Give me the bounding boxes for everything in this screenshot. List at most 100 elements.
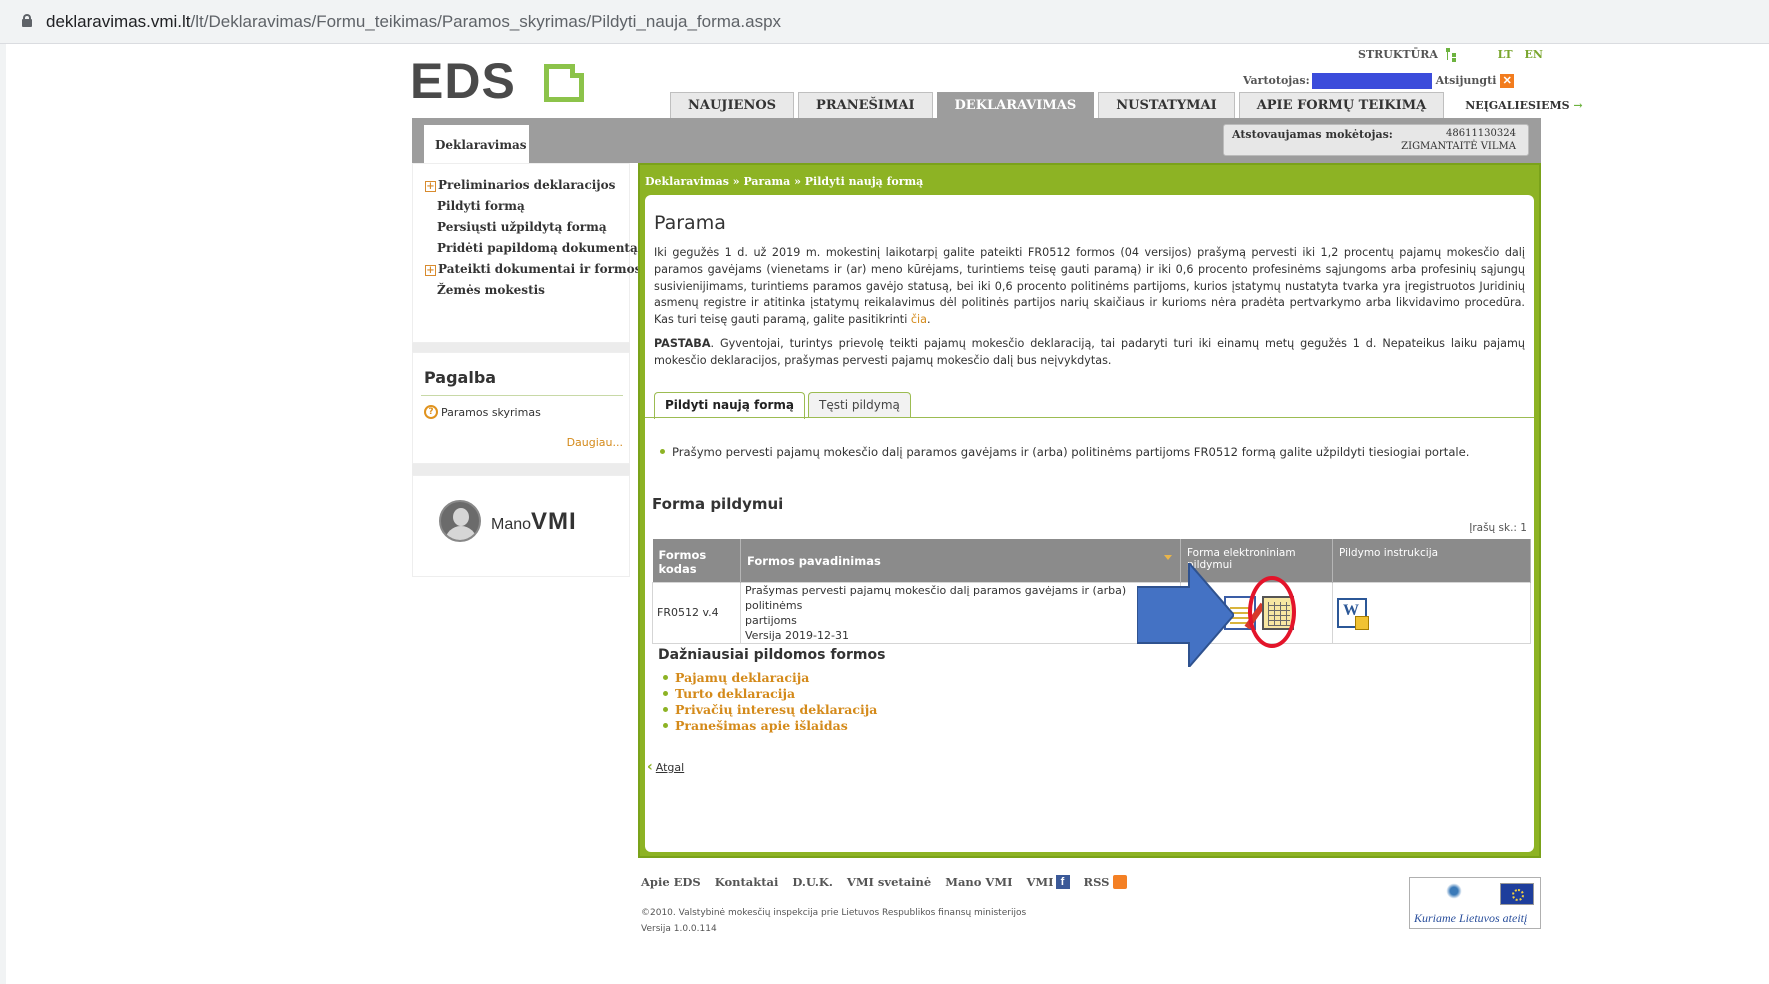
window-gutter — [0, 44, 6, 984]
rss-icon[interactable] — [1113, 875, 1128, 889]
represented-payer-box: Atstovaujamas mokėtojas: 48611130324 ZIG… — [1223, 124, 1529, 156]
mano-vmi-banner[interactable]: ManoVMI — [412, 475, 630, 577]
user-line: Vartotojas: Atsijungti ✕ — [1243, 73, 1515, 89]
form-name-line1: Prašymas pervesti pajamų mokesčio dalį p… — [745, 583, 1127, 612]
sidebar-item-prideti[interactable]: Pridėti papildomą dokumentą — [437, 241, 638, 255]
close-icon[interactable]: ✕ — [1500, 74, 1515, 88]
redacted-username — [1311, 73, 1432, 89]
freq-link-privaciu[interactable]: Privačių interesų deklaracija — [663, 702, 877, 718]
info-bullet: Prašymo pervesti pajamų mokesčio dalį pa… — [660, 445, 1469, 459]
intro-text: Iki gegužės 1 d. už 2019 m. mokestinį la… — [654, 246, 1525, 327]
question-icon: ? — [424, 405, 438, 419]
col-form-name-label: Formos pavadinimas — [747, 554, 881, 568]
browser-address-bar[interactable]: deklaravimas.vmi.lt/lt/Deklaravimas/Form… — [0, 0, 1769, 44]
freq-link-pranesimas[interactable]: Pranešimas apie išlaidas — [663, 718, 877, 734]
tab-deklaravimas[interactable]: DEKLARAVIMAS — [936, 92, 1095, 119]
breadcrumb: Deklaravimas » Parama » Pildyti naują fo… — [645, 175, 924, 188]
main-nav-tabs: NAUJIENOS PRANEŠIMAI DEKLARAVIMAS NUSTAT… — [670, 92, 1600, 119]
intro-paragraph: Iki gegužės 1 d. už 2019 m. mokestinį la… — [654, 245, 1525, 329]
help-link-label: Paramos skyrimas — [441, 405, 541, 419]
footer-link-apie-eds[interactable]: Apie EDS — [641, 875, 701, 889]
expand-icon[interactable]: + — [425, 181, 436, 192]
sort-desc-icon[interactable] — [1164, 555, 1172, 560]
cell-instructions: W — [1332, 581, 1531, 644]
eds-logo[interactable]: EDS — [410, 56, 590, 106]
accessibility-link[interactable]: NEĮGALIESIEMS → — [1448, 92, 1599, 119]
tab-naujienos[interactable]: NAUJIENOS — [670, 92, 795, 119]
accessibility-label: NEĮGALIESIEMS — [1465, 99, 1570, 112]
url-host: deklaravimas.vmi.lt — [46, 12, 191, 31]
vmi-text: VMI — [531, 508, 577, 535]
structure-icon — [1445, 48, 1458, 62]
chevron-left-icon: ‹ — [647, 759, 653, 775]
subtab-deklaravimas[interactable]: Deklaravimas — [424, 125, 529, 163]
col-instructions: Pildymo instrukcija — [1332, 539, 1531, 582]
form-tabs: Pildyti naują formą Tęsti pildymą — [654, 392, 911, 419]
footer-link-vmi-svetaine[interactable]: VMI svetainė — [847, 875, 931, 889]
eu-slogan: Kuriame Lietuvos ateitį — [1414, 911, 1528, 925]
logo-text: EDS — [410, 53, 516, 109]
check-here-link[interactable]: čia — [911, 313, 927, 326]
freq-link-turto[interactable]: Turto deklaracija — [663, 686, 877, 702]
footer-link-duk[interactable]: D.U.K. — [792, 875, 833, 889]
help-link-paramos[interactable]: ? Paramos skyrimas — [424, 405, 541, 419]
footer-link-mano-vmi[interactable]: Mano VMI — [945, 875, 1012, 889]
logout-link[interactable]: Atsijungti — [1436, 74, 1497, 87]
subnav-bar: Deklaravimas Atstovaujamas mokėtojas: 48… — [412, 118, 1541, 163]
footer-link-rss[interactable]: RSS — [1084, 875, 1110, 889]
main-content: Parama Iki gegužės 1 d. už 2019 m. mokes… — [645, 195, 1534, 852]
col-form-code: Formos kodas — [652, 539, 741, 582]
expand-icon[interactable]: + — [425, 265, 436, 276]
mano-vmi-logo: ManoVMI — [491, 508, 577, 536]
url-text[interactable]: deklaravimas.vmi.lt/lt/Deklaravimas/Form… — [46, 12, 781, 32]
tab-apie-formu-teikima[interactable]: APIE FORMŲ TEIKIMĄ — [1238, 92, 1445, 119]
help-more-link[interactable]: Daugiau... — [567, 436, 623, 449]
eu-funding-logo[interactable]: Kuriame Lietuvos ateitį — [1409, 877, 1541, 929]
sidebar-item-pildyti-forma[interactable]: Pildyti formą — [437, 199, 525, 213]
annotation-arrow-icon — [1137, 563, 1234, 667]
col-form-name[interactable]: Formos pavadinimas — [740, 539, 1181, 582]
note-label: PASTABA — [654, 337, 711, 350]
sidebar-item-pateikti[interactable]: + Pateikti dokumentai ir formos — [425, 262, 641, 276]
tab-nustatymai[interactable]: NUSTATYMAI — [1098, 92, 1235, 119]
page-title: Parama — [654, 212, 726, 234]
back-label: Atgal — [655, 761, 685, 774]
tab-underline — [645, 417, 1534, 418]
help-title: Pagalba — [424, 368, 497, 387]
tab-pranesimai[interactable]: PRANEŠIMAI — [798, 92, 933, 119]
sidebar-item-persiusti[interactable]: Persiųsti užpildytą formą — [437, 220, 607, 234]
sidebar-item-zemes-mokestis[interactable]: Žemės mokestis — [437, 283, 545, 297]
facebook-icon[interactable]: f — [1055, 875, 1070, 889]
payer-label: Atstovaujamas mokėtojas: — [1232, 128, 1393, 141]
sidebar-item-label: Preliminarios deklaracijos — [438, 178, 616, 192]
copyright-text: ©2010. Valstybinė mokesčių inspekcija pr… — [641, 908, 1027, 918]
record-count: Įrašų sk.: 1 — [1469, 522, 1527, 534]
help-divider — [421, 395, 623, 396]
footer-links: Apie EDS Kontaktai D.U.K. VMI svetainė M… — [641, 875, 1128, 889]
eu-structural-fund-icon — [1444, 883, 1464, 899]
document-logo-icon — [544, 64, 584, 102]
lang-lt-link[interactable]: LT — [1498, 48, 1513, 61]
sidebar-separator — [412, 343, 630, 352]
tab-pildyti-nauja[interactable]: Pildyti naują formą — [654, 392, 806, 419]
form-version: Versija 2019-12-31 — [745, 628, 849, 642]
word-document-icon[interactable]: W — [1337, 597, 1369, 630]
tab-testi-pildyma[interactable]: Tęsti pildymą — [808, 392, 911, 418]
sidebar-item-preliminarios[interactable]: + Preliminarios deklaracijos — [425, 178, 615, 192]
main-panel: Deklaravimas » Parama » Pildyti naują fo… — [638, 163, 1541, 858]
top-links: STRUKTŪRA LT EN — [1358, 48, 1543, 62]
footer-link-vmi-facebook[interactable]: VMI — [1026, 875, 1053, 889]
footer-link-kontaktai[interactable]: Kontaktai — [715, 875, 779, 889]
table-row: FR0512 v.4 Prašymas pervesti pajamų moke… — [652, 581, 1531, 644]
cell-form-code: FR0512 v.4 — [652, 581, 741, 644]
mano-text: Mano — [491, 516, 532, 533]
form-name-line2: partijoms — [745, 613, 797, 627]
back-link[interactable]: ‹ Atgal — [647, 759, 684, 775]
freq-link-pajamu[interactable]: Pajamų deklaracija — [663, 670, 877, 686]
frequent-forms-list: Pajamų deklaracija Turto deklaracija Pri… — [663, 670, 877, 734]
forms-section-title: Forma pildymui — [652, 495, 784, 513]
lang-en-link[interactable]: EN — [1524, 48, 1542, 61]
frequent-forms-title: Dažniausiai pildomos formos — [658, 647, 886, 663]
structure-link[interactable]: STRUKTŪRA — [1358, 48, 1438, 61]
annotation-ring — [1248, 576, 1296, 648]
